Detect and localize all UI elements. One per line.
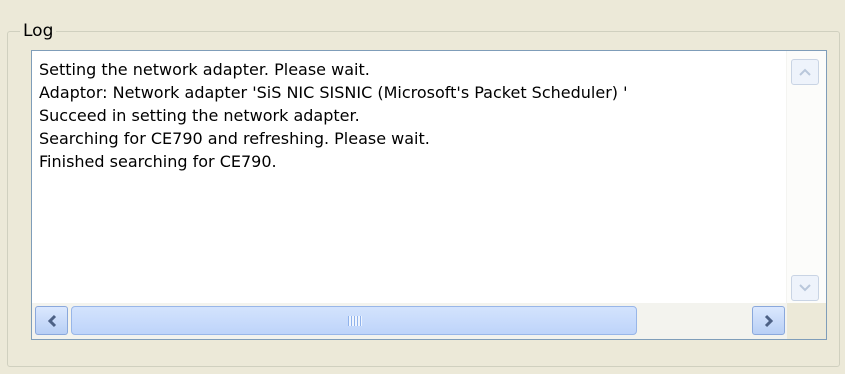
grip-icon bbox=[348, 316, 362, 326]
log-line: Adaptor: Network adapter 'SiS NIC SISNIC… bbox=[39, 83, 628, 102]
log-group-label: Log bbox=[20, 20, 57, 42]
vertical-scrollbar[interactable] bbox=[786, 51, 826, 303]
log-line: Finished searching for CE790. bbox=[39, 152, 277, 171]
scrollbar-corner bbox=[787, 303, 826, 339]
scroll-right-button[interactable] bbox=[752, 306, 785, 335]
log-line: Searching for CE790 and refreshing. Plea… bbox=[39, 129, 430, 148]
scroll-up-button[interactable] bbox=[791, 59, 819, 85]
scroll-down-button[interactable] bbox=[791, 275, 819, 301]
horizontal-scroll-thumb[interactable] bbox=[71, 306, 637, 335]
scroll-left-button[interactable] bbox=[35, 306, 68, 335]
log-text: Setting the network adapter. Please wait… bbox=[39, 58, 789, 173]
log-line: Setting the network adapter. Please wait… bbox=[39, 60, 370, 79]
log-textbox[interactable]: Setting the network adapter. Please wait… bbox=[31, 50, 827, 340]
log-line: Succeed in setting the network adapter. bbox=[39, 106, 360, 125]
horizontal-scrollbar[interactable] bbox=[32, 303, 789, 339]
